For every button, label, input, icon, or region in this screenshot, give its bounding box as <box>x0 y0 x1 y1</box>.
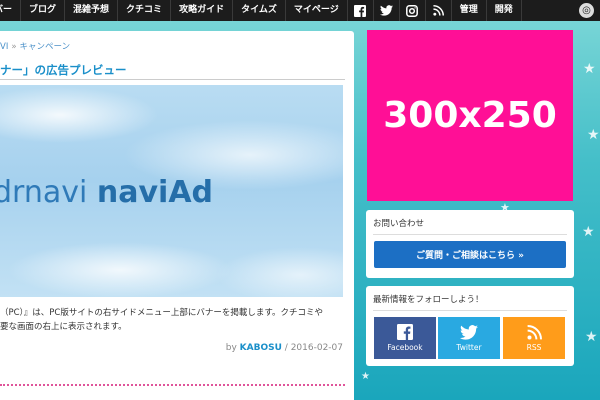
contact-widget-title: お問い合わせ <box>373 219 425 229</box>
facebook-icon <box>397 324 413 340</box>
star-decoration: ★ <box>585 329 598 345</box>
widget-divider <box>373 310 567 311</box>
facebook-icon[interactable] <box>348 0 374 21</box>
nav-item-admin[interactable]: 管理 <box>452 0 487 21</box>
nav-item-mypage[interactable]: マイページ <box>286 0 348 21</box>
hero-image: drnavi naviAd <box>0 85 343 297</box>
page-title: ナー」の広告プレビュー <box>0 63 127 77</box>
top-nav: バー ブログ 混雑予想 クチコミ 攻略ガイド タイムズ マイページ 管理 開発 … <box>0 0 600 21</box>
rss-icon <box>527 324 542 339</box>
nav-item-congestion[interactable]: 混雑予想 <box>65 0 119 21</box>
ad-banner[interactable]: 300x250 <box>367 30 573 201</box>
breadcrumb: VI» キャンペーン <box>0 40 70 52</box>
nav-item-reviews[interactable]: クチコミ <box>118 0 172 21</box>
follow-widget: 最新情報をフォローしよう！ Facebook Twitter RSS <box>366 286 574 366</box>
rss-icon[interactable] <box>426 0 452 21</box>
section-divider <box>0 384 345 386</box>
star-decoration: ★ <box>361 371 370 382</box>
twitter-icon[interactable] <box>374 0 400 21</box>
nav-item-times[interactable]: タイムズ <box>233 0 286 21</box>
twitter-label: Twitter <box>456 342 482 352</box>
byline: by KABOSU / 2016-02-07 <box>226 343 343 353</box>
instagram-icon[interactable] <box>400 0 426 21</box>
twitter-icon <box>460 324 478 340</box>
nav-item-blog[interactable]: ブログ <box>21 0 66 21</box>
ad-size-label: 300x250 <box>383 95 557 136</box>
nav-item-guide[interactable]: 攻略ガイド <box>171 0 234 21</box>
star-decoration: ★ <box>583 61 596 77</box>
breadcrumb-parent[interactable]: VI <box>0 42 8 52</box>
star-decoration: ★ <box>587 127 600 143</box>
follow-widget-title: 最新情報をフォローしよう！ <box>373 295 484 305</box>
widget-divider <box>373 234 567 235</box>
contact-button[interactable]: ご質問・ご相談はこちら » <box>374 241 566 268</box>
facebook-follow-button[interactable]: Facebook <box>374 317 436 359</box>
hero-logo: drnavi naviAd <box>0 175 213 210</box>
nav-item-dev[interactable]: 開発 <box>487 0 522 21</box>
hero-logo-light: drnavi <box>0 175 97 210</box>
title-divider <box>0 79 345 80</box>
rss-follow-button[interactable]: RSS <box>503 317 565 359</box>
post-date: / 2016-02-07 <box>284 343 343 353</box>
contact-widget: お問い合わせ ご質問・ご相談はこちら » <box>366 210 574 278</box>
article-body-line: （PC）』は、PC版サイトの右サイドメニュー上部にバナーを掲載します。クチコミや <box>0 308 324 318</box>
author-link[interactable]: KABOSU <box>240 343 282 353</box>
breadcrumb-campaign[interactable]: キャンペーン <box>20 42 71 52</box>
nav-item-bar[interactable]: バー <box>0 0 22 21</box>
globe-icon[interactable]: ◎ <box>579 3 594 18</box>
facebook-label: Facebook <box>387 343 423 352</box>
article-body-line: 要な画面の右上に表示されます。 <box>0 322 127 332</box>
hero-logo-bold: naviAd <box>96 175 214 210</box>
byline-by: by <box>225 343 237 353</box>
star-decoration: ★ <box>582 224 595 240</box>
breadcrumb-separator: » <box>11 42 17 52</box>
article-body: （PC）』は、PC版サイトの右サイドメニュー上部にバナーを掲載します。クチコミや… <box>0 306 345 334</box>
twitter-follow-button[interactable]: Twitter <box>438 317 500 359</box>
article-card: VI» キャンペーン ナー」の広告プレビュー drnavi naviAd （PC）… <box>0 31 354 400</box>
rss-label: RSS <box>526 342 542 352</box>
